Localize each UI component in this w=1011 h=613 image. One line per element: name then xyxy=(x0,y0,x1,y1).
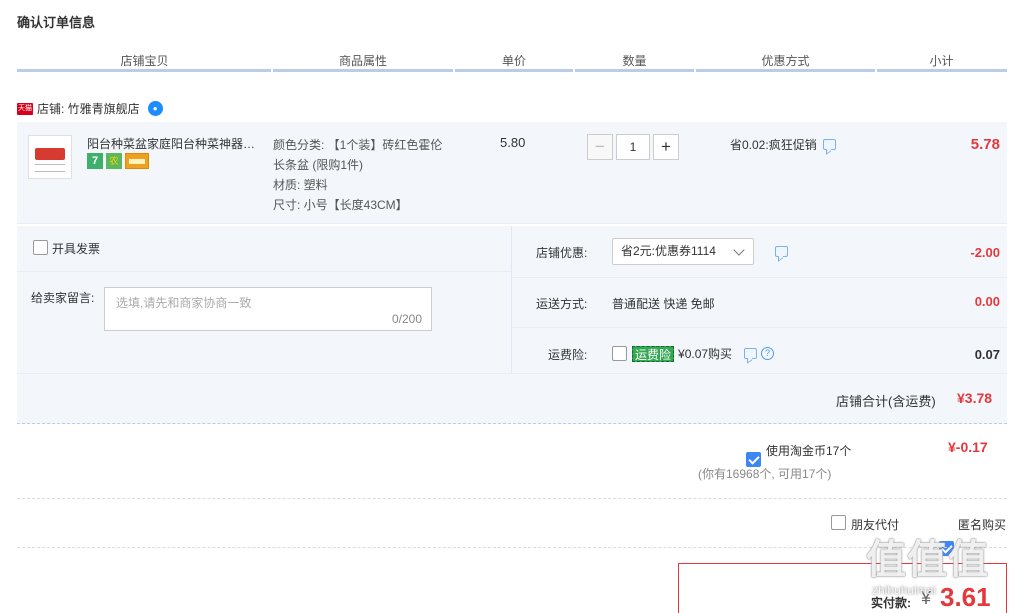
divider xyxy=(511,327,1007,328)
quantity-input[interactable]: 1 xyxy=(616,134,650,160)
insurance-price: ¥0.07购买 xyxy=(678,347,733,361)
message-label: 给卖家留言: xyxy=(31,291,95,305)
insurance-chat-icon[interactable] xyxy=(744,348,758,359)
divider xyxy=(17,373,1007,374)
invoice-label[interactable]: 开具发票 xyxy=(52,240,100,257)
insurance-option: 运费险 ¥0.07购买 ? xyxy=(632,345,775,362)
insurance-badge: 运费险 xyxy=(632,345,675,362)
invoice-checkbox[interactable] xyxy=(33,240,48,255)
discount-info-icon[interactable] xyxy=(775,246,788,257)
header-underline xyxy=(696,69,875,72)
promo-info-icon[interactable] xyxy=(822,139,836,150)
shop-discount-select[interactable]: 省2元:优惠券1114 xyxy=(612,238,754,265)
column-header-items: 店铺宝贝 xyxy=(120,54,169,68)
shop-discount-label: 店铺优惠: xyxy=(536,246,588,260)
divider xyxy=(17,271,511,272)
shipping-label: 运送方式: xyxy=(536,297,588,311)
item-promo: 省0.02:疯狂促销 xyxy=(730,136,836,153)
header-underline xyxy=(877,69,1007,72)
attr-color-cont: 长条盆 (限购1件) xyxy=(273,158,364,172)
header-underline xyxy=(273,69,453,72)
column-header-price: 单价 xyxy=(501,54,526,68)
message-counter: 0/200 xyxy=(391,312,422,326)
message-textarea[interactable]: 选填,请先和商家协商一致 0/200 xyxy=(104,287,432,331)
watermark-text: zhibuhuimai xyxy=(872,583,937,597)
insurance-checkbox[interactable] xyxy=(612,346,627,361)
insurance-label: 运费险: xyxy=(548,348,588,362)
taojinbi-amount: ¥-0.17 xyxy=(948,439,988,455)
quantity-increase-button[interactable]: + xyxy=(653,134,679,160)
help-icon[interactable]: ? xyxy=(761,347,775,360)
thumbnail-detail xyxy=(35,164,65,172)
shop-line: 天猫 店铺: 竹雅青旗舰店 ● xyxy=(17,100,163,117)
column-header-subtotal: 小计 xyxy=(929,54,954,68)
quantity-decrease-button[interactable]: − xyxy=(587,134,613,160)
planter-image xyxy=(35,148,65,160)
unit-price: 5.80 xyxy=(500,135,526,150)
shipping-value: 普通配送 快递 免邮 xyxy=(612,297,715,311)
shop-discount-amount: -2.00 xyxy=(970,245,1000,260)
shipping-amount: 0.00 xyxy=(974,294,1000,309)
service-badges: 7 农 xyxy=(87,153,149,169)
shop-total-amount: ¥3.78 xyxy=(957,390,993,406)
header-underline xyxy=(575,69,694,72)
payment-amount: 3.61 xyxy=(940,582,991,612)
shop-discount-selected: 省2元:优惠券1114 xyxy=(621,244,716,258)
divider xyxy=(511,277,1007,278)
shop-total-label: 店铺合计(含运费) xyxy=(836,394,936,409)
service-guarantee-icon[interactable]: 农 xyxy=(106,153,122,169)
column-header-discount: 优惠方式 xyxy=(761,54,810,68)
attr-color: 颜色分类: 【1个装】砖红色霍伦 xyxy=(273,138,443,152)
divider xyxy=(17,547,1007,548)
chevron-down-icon xyxy=(733,244,745,256)
taojinbi-note: (你有16968个, 可用17个) xyxy=(698,467,832,481)
promo-text: 省0.02:疯狂促销 xyxy=(730,138,817,152)
watermark-logo: 值值值 xyxy=(866,538,989,582)
column-header-quantity: 数量 xyxy=(622,54,647,68)
friend-pay-checkbox[interactable] xyxy=(831,515,846,530)
page-title: 确认订单信息 xyxy=(17,15,96,30)
product-thumbnail[interactable] xyxy=(28,135,72,179)
product-name-link[interactable]: 阳台种菜盆家庭阳台种菜神器长条盆 xyxy=(87,135,267,152)
card-payment-icon[interactable] xyxy=(125,153,149,169)
vertical-divider xyxy=(511,226,512,373)
header-underline xyxy=(17,69,271,72)
message-placeholder: 选填,请先和商家协商一致 xyxy=(116,296,252,310)
item-subtotal: 5.78 xyxy=(970,136,1000,153)
taojinbi-label[interactable]: 使用淘金币17个 xyxy=(766,442,851,459)
column-header-attributes: 商品属性 xyxy=(338,54,387,68)
attr-size: 尺寸: 小号【长度43CM】 xyxy=(273,198,408,212)
tmall-icon: 天猫 xyxy=(17,102,33,115)
insurance-amount: 0.07 xyxy=(974,347,1000,362)
shop-name[interactable]: 店铺: 竹雅青旗舰店 xyxy=(37,100,140,117)
seven-day-return-icon[interactable]: 7 xyxy=(87,153,103,169)
header-underline xyxy=(455,69,573,72)
divider xyxy=(17,498,1007,499)
quantity-stepper: − 1 + xyxy=(587,134,679,160)
wangwang-chat-icon[interactable]: ● xyxy=(147,101,163,116)
attr-material: 材质: 塑料 xyxy=(273,178,328,192)
